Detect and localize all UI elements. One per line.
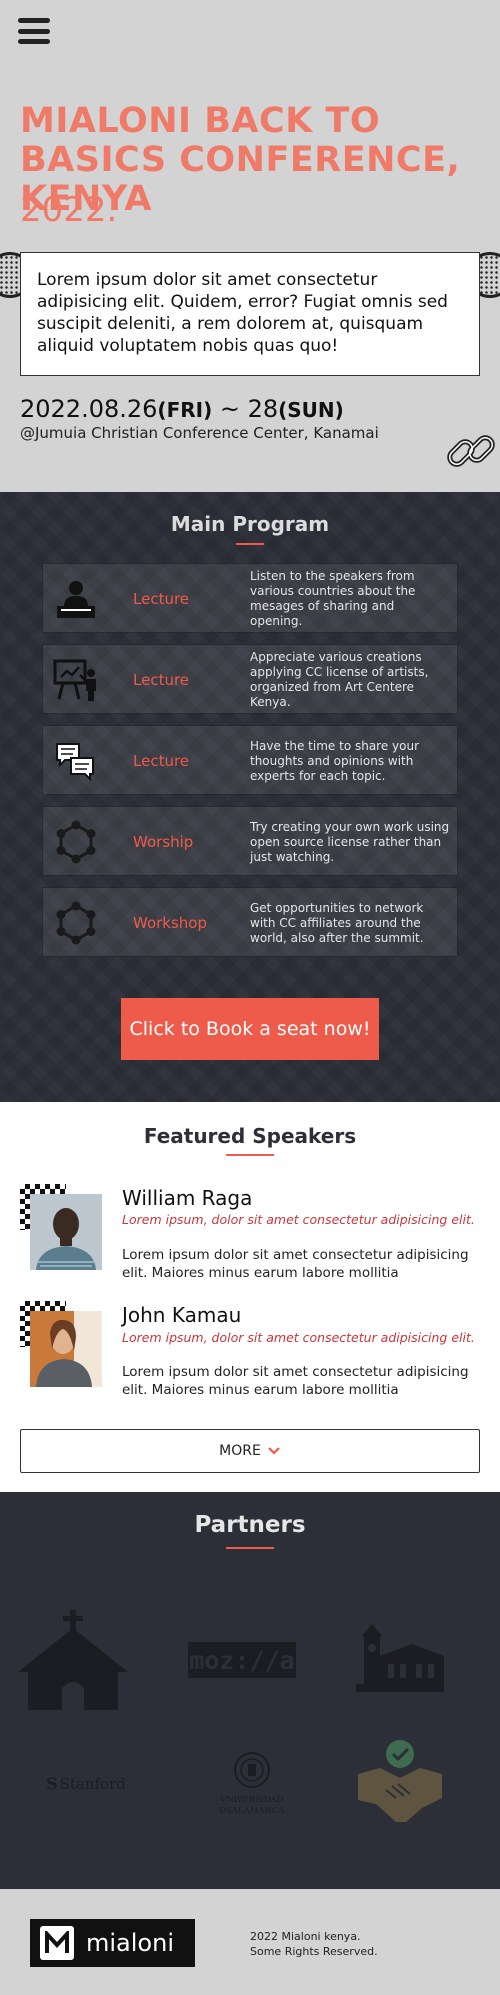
speaker-name: John Kamau	[122, 1303, 242, 1327]
stanford-logo[interactable]: S Stanford	[46, 1774, 126, 1793]
conference-year: 2022.	[20, 190, 118, 230]
speaker-name: William Raga	[122, 1186, 253, 1210]
featured-speakers-section: Featured Speakers William Raga Lorem ips…	[0, 1102, 500, 1492]
speaker-photo	[30, 1194, 102, 1270]
program-description: Have the time to share your thoughts and…	[250, 738, 420, 783]
partners-section: Partners moz://a S Stanford VNiVERSiDAD …	[0, 1492, 500, 1889]
section-title: Featured Speakers	[143, 1124, 357, 1148]
stanford-wordmark: Stanford	[59, 1774, 126, 1793]
program-type: Lecture	[133, 590, 190, 608]
title-underline	[226, 1547, 274, 1549]
university-seal-icon	[234, 1752, 270, 1788]
salamanca-line-1: VNiVERSiDAD	[220, 1795, 284, 1805]
school-building-logo[interactable]	[356, 1622, 444, 1692]
program-card-lecture-3[interactable]: Lecture Have the time to share your thou…	[42, 725, 458, 795]
church-logo[interactable]	[18, 1610, 128, 1710]
site-footer: mialoni 2022 Mialoni kenya. Some Rights …	[0, 1889, 500, 1995]
network-hexagon-icon	[56, 901, 96, 945]
program-card-lecture-1[interactable]: Lecture Listen to the speakers from vari…	[42, 563, 458, 633]
program-card-lecture-2[interactable]: Lecture Appreciate various creations app…	[42, 644, 458, 714]
salamanca-line-2: DSALAMANCA	[219, 1806, 285, 1816]
chain-link-icon[interactable]	[444, 424, 498, 478]
hero-section: MIALONI BACK TO BASICS CONFERENCE, KENYA…	[0, 0, 500, 492]
program-type: Workshop	[133, 914, 208, 932]
program-description: Listen to the speakers from various coun…	[250, 569, 416, 628]
program-type: Lecture	[133, 671, 190, 689]
venue-text: @Jumuia Christian Conference Center, Kan…	[20, 424, 379, 442]
event-dates: 2022.08.26(FRI) ~ 28(SUN)	[20, 395, 344, 423]
mialoni-logo[interactable]: mialoni	[30, 1919, 195, 1967]
speaker-role: Lorem ipsum, dolor sit amet consectetur …	[122, 1212, 475, 1227]
stanford-s-mark: S	[46, 1774, 58, 1793]
mozilla-wordmark: moz://a	[189, 1645, 295, 1675]
intro-text-box: Lorem ipsum dolor sit amet consectetur a…	[20, 252, 480, 376]
copyright-line-2: Some Rights Reserved.	[250, 1945, 378, 1958]
copyright-text: 2022 Mialoni kenya. Some Rights Reserved…	[250, 1929, 378, 1959]
network-hexagon-icon	[56, 820, 96, 864]
presentation-board-icon	[53, 659, 96, 701]
section-title: Main Program	[170, 512, 330, 536]
date-end: ~ 28	[212, 395, 279, 423]
copyright-line-1: 2022 Mialoni kenya.	[250, 1930, 361, 1943]
logo-text: mialoni	[86, 1929, 174, 1957]
program-description: Try creating your own work using open so…	[250, 819, 450, 864]
section-title: Partners	[194, 1512, 306, 1538]
mialoni-m-icon	[40, 1926, 74, 1960]
hamburger-menu-icon[interactable]	[18, 18, 50, 44]
more-label: MORE	[219, 1443, 261, 1459]
title-underline	[226, 1154, 274, 1156]
speaker-avatar	[20, 1184, 102, 1270]
mozilla-logo[interactable]: moz://a	[188, 1642, 296, 1678]
speaker-bio: Lorem ipsum dolor sit amet consectetur a…	[122, 1247, 469, 1281]
chevron-down-icon	[268, 1447, 280, 1455]
speaker-bio: Lorem ipsum dolor sit amet consectetur a…	[122, 1364, 469, 1398]
speaker-photo	[30, 1311, 102, 1387]
date-start: 2022.08.26	[20, 395, 158, 423]
program-type: Worship	[133, 833, 194, 851]
chat-bubbles-icon	[56, 743, 94, 782]
program-card-worship[interactable]: Worship Try creating your own work using…	[42, 806, 458, 876]
day-start: (FRI)	[157, 398, 213, 422]
book-seat-button[interactable]: Click to Book a seat now!	[121, 998, 379, 1060]
handshake-check-logo[interactable]	[356, 1738, 444, 1824]
program-card-workshop[interactable]: Workshop Get opportunities to network wi…	[42, 887, 458, 957]
university-salamanca-logo[interactable]: VNiVERSiDAD DSALAMANCA	[210, 1750, 294, 1817]
program-description: Get opportunities to network with CC aff…	[250, 900, 424, 945]
speaker-role: Lorem ipsum, dolor sit amet consectetur …	[122, 1330, 475, 1345]
title-underline	[236, 543, 264, 545]
main-program-section: Main Program Lecture Listen to the speak…	[0, 492, 500, 1102]
more-speakers-button[interactable]: MORE	[20, 1429, 480, 1473]
speaker-avatar	[20, 1301, 102, 1387]
day-end: (SUN)	[278, 398, 344, 422]
program-description: Appreciate various creations applying CC…	[250, 650, 429, 709]
speaker-podium-icon	[57, 581, 95, 618]
program-type: Lecture	[133, 752, 190, 770]
